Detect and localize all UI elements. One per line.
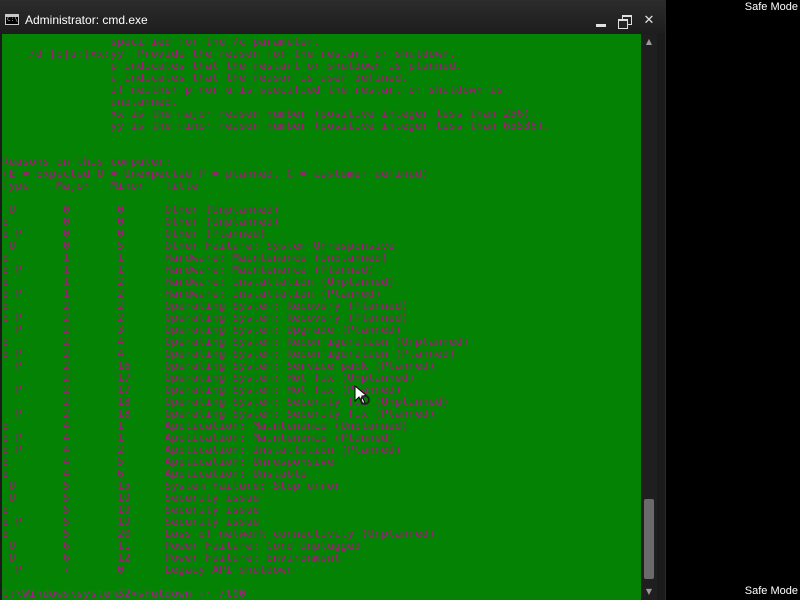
window-frame-right [657,34,665,600]
console-line: Type Major Minor Title [2,179,199,192]
cmd-app-icon[interactable]: C:\ [5,14,19,25]
scroll-down-arrow-icon[interactable]: ▼ [641,584,657,600]
restore-button[interactable] [614,12,636,30]
close-button[interactable]: ✕ [638,12,660,30]
minimize-icon [596,24,606,27]
safe-mode-label-top: Safe Mode [744,1,798,13]
cmd-app-icon-text: C:\ [7,16,18,23]
console-output[interactable]: specified for the /c parameter. /d [p|u:… [2,34,641,600]
console-line: P 7 0 Legacy API shutdown [2,563,294,576]
command-prompt-line: C:\Windows\system32>shutdown -r /t00 [2,587,246,600]
safe-mode-label-bottom: Safe Mode [744,585,798,597]
scrollbar-thumb[interactable] [644,499,654,579]
cmd-window: C:\ Administrator: cmd.exe ✕ specified f… [0,0,666,600]
desktop: Safe Mode Safe Mode C:\ Administrator: c… [0,0,800,600]
console-line: yy is the minor reason number (positive … [2,119,551,132]
scroll-up-arrow-icon[interactable]: ▲ [641,34,657,50]
close-icon: ✕ [643,13,655,28]
title-bar[interactable]: C:\ Administrator: cmd.exe ✕ [0,0,665,34]
minimize-button[interactable] [590,12,612,30]
window-title: Administrator: cmd.exe [25,13,148,27]
vertical-scrollbar[interactable]: ▲ ▼ [641,34,657,600]
mouse-pointer-icon [354,385,370,405]
